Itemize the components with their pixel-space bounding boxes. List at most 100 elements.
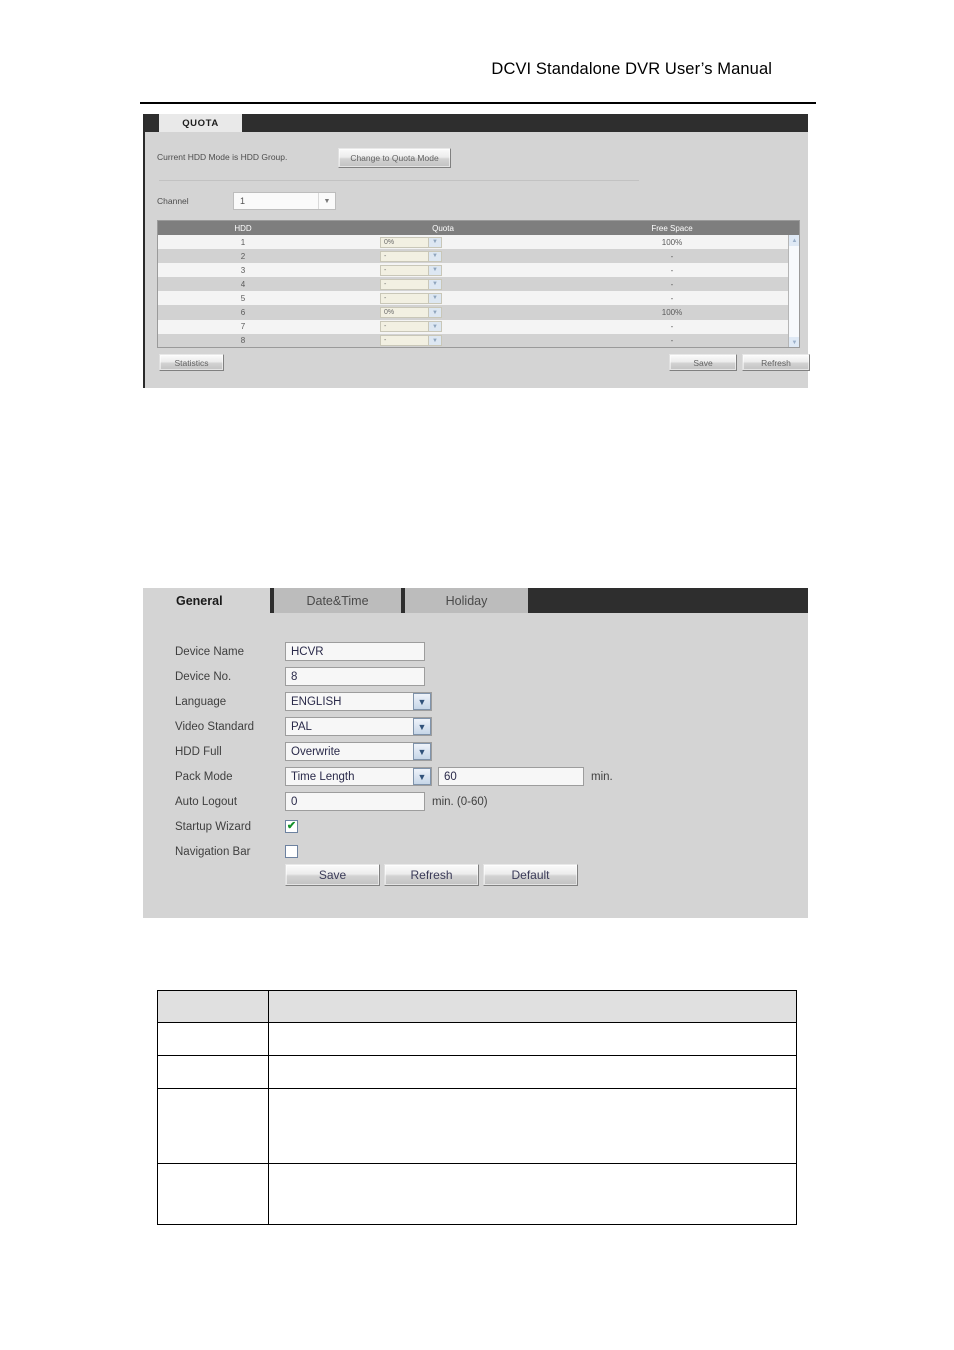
quota-select[interactable]: - ▼	[380, 278, 442, 290]
cell-hdd: 3	[240, 265, 246, 275]
cell-free-space: -	[670, 251, 674, 261]
chevron-down-icon[interactable]: ▼	[413, 693, 431, 710]
scroll-down-arrow-icon[interactable]: ▼	[789, 337, 799, 347]
cell-quota: - ▼	[328, 250, 558, 262]
save-button[interactable]: Save	[285, 864, 380, 886]
quota-select[interactable]: - ▼	[380, 292, 442, 304]
quota-select-value: -	[384, 266, 387, 274]
cell-free-space: 100%	[661, 308, 683, 318]
table-row[interactable]: 8 - ▼ -	[158, 333, 799, 347]
general-tabbar: General Date&Time Holiday	[143, 588, 808, 613]
cell-hdd: 4	[240, 279, 246, 289]
video-standard-select[interactable]: PAL ▼	[285, 717, 432, 736]
cell-hdd: 5	[240, 293, 246, 303]
chevron-down-icon[interactable]: ▼	[428, 336, 441, 346]
device-name-input[interactable]: HCVR	[285, 642, 425, 661]
navigation-bar-checkbox[interactable]	[285, 845, 298, 858]
pack-mode-select[interactable]: Time Length ▼	[285, 767, 432, 786]
chevron-down-icon[interactable]: ▼	[428, 293, 441, 303]
cell-hdd: 8	[240, 336, 246, 346]
tab-general[interactable]: General	[143, 588, 270, 613]
quota-select[interactable]: - ▼	[380, 264, 442, 276]
chevron-down-icon[interactable]: ▼	[428, 265, 441, 275]
channel-row: Channel 1 ▼	[145, 192, 808, 214]
general-settings-panel: General Date&Time Holiday Device Name HC…	[143, 588, 808, 918]
column-header-function	[268, 990, 797, 1023]
cell-function	[268, 1022, 797, 1056]
chevron-down-icon[interactable]: ▼	[428, 322, 441, 332]
table-row	[157, 1163, 797, 1225]
hdd-full-select-value: Overwrite	[291, 745, 341, 758]
table-vertical-scrollbar[interactable]: ▲ ▼	[788, 235, 799, 347]
quota-select-value: 0%	[384, 309, 395, 317]
page-title: DCVI Standalone DVR User’s Manual	[491, 60, 772, 78]
change-to-quota-mode-button[interactable]: Change to Quota Mode	[338, 148, 451, 168]
column-header-free-space: Free Space	[651, 223, 693, 233]
table-row[interactable]: 5 - ▼ -	[158, 291, 799, 306]
chevron-down-icon[interactable]: ▼	[428, 237, 441, 247]
chevron-down-icon[interactable]: ▼	[428, 251, 441, 261]
table-row	[157, 1088, 797, 1164]
cell-quota: - ▼	[328, 292, 558, 304]
hdd-quota-table: HDD Quota Free Space 1 0% ▼ 100% 2 - ▼ -…	[157, 220, 800, 348]
tab-quota[interactable]: QUOTA	[159, 114, 242, 132]
table-row[interactable]: 7 - ▼ -	[158, 319, 799, 334]
table-row[interactable]: 3 - ▼ -	[158, 263, 799, 278]
cell-quota: - ▼	[328, 335, 558, 347]
pack-mode-unit-label: min.	[591, 770, 613, 783]
table-row[interactable]: 4 - ▼ -	[158, 277, 799, 292]
quota-select[interactable]: - ▼	[380, 335, 442, 347]
table-row[interactable]: 2 - ▼ -	[158, 249, 799, 264]
chevron-down-icon[interactable]: ▼	[413, 768, 431, 785]
language-select[interactable]: ENGLISH ▼	[285, 692, 432, 711]
cell-hdd: 6	[240, 308, 246, 318]
device-no-input[interactable]: 8	[285, 667, 425, 686]
form-row-auto-logout: Auto Logout 0 min. (0-60)	[143, 789, 808, 814]
chevron-down-icon[interactable]: ▼	[413, 718, 431, 735]
auto-logout-unit-label: min. (0-60)	[432, 795, 488, 808]
table-row[interactable]: 1 0% ▼ 100%	[158, 235, 799, 250]
scroll-up-arrow-icon[interactable]: ▲	[789, 235, 799, 246]
refresh-button[interactable]: Refresh	[384, 864, 479, 886]
save-button[interactable]: Save	[669, 354, 737, 371]
quota-select-value: -	[384, 294, 387, 302]
channel-select[interactable]: 1 ▼	[233, 192, 336, 210]
cell-quota: - ▼	[328, 278, 558, 290]
language-label: Language	[175, 695, 227, 708]
cell-quota: 0% ▼	[328, 307, 558, 319]
quota-select[interactable]: - ▼	[380, 250, 442, 262]
chevron-down-icon[interactable]: ▼	[318, 193, 335, 209]
cell-function	[268, 1055, 797, 1089]
hdd-table-body: 1 0% ▼ 100% 2 - ▼ - 3 - ▼ - 4 - ▼ - 5 - …	[158, 235, 799, 347]
statistics-button[interactable]: Statistics	[159, 354, 224, 371]
navigation-bar-label: Navigation Bar	[175, 845, 251, 858]
quota-select[interactable]: 0% ▼	[380, 236, 442, 248]
startup-wizard-label: Startup Wizard	[175, 820, 252, 833]
chevron-down-icon[interactable]: ▼	[428, 279, 441, 289]
cell-quota: - ▼	[328, 264, 558, 276]
quota-section-divider	[159, 180, 639, 181]
tab-date-time[interactable]: Date&Time	[274, 588, 401, 613]
column-header-parameter	[157, 990, 269, 1023]
chevron-down-icon[interactable]: ▼	[413, 743, 431, 760]
pack-mode-select-value: Time Length	[291, 770, 355, 783]
quota-select[interactable]: 0% ▼	[380, 307, 442, 319]
table-row[interactable]: 6 0% ▼ 100%	[158, 305, 799, 320]
tab-holiday[interactable]: Holiday	[405, 588, 528, 613]
parameter-description-table	[157, 990, 797, 1225]
hdd-mode-status-text: Current HDD Mode is HDD Group.	[157, 152, 288, 162]
default-button[interactable]: Default	[483, 864, 578, 886]
cell-parameter	[157, 1055, 269, 1089]
chevron-down-icon[interactable]: ▼	[428, 308, 441, 318]
auto-logout-input[interactable]: 0	[285, 792, 425, 811]
general-form-buttons: Save Refresh Default	[143, 864, 808, 886]
cell-free-space: -	[670, 265, 674, 275]
refresh-button[interactable]: Refresh	[742, 354, 810, 371]
hdd-full-select[interactable]: Overwrite ▼	[285, 742, 432, 761]
startup-wizard-checkbox[interactable]: ✔	[285, 820, 298, 833]
quota-body: Current HDD Mode is HDD Group. Change to…	[145, 132, 810, 388]
quota-select[interactable]: - ▼	[380, 321, 442, 333]
hdd-mode-row: Current HDD Mode is HDD Group. Change to…	[145, 148, 808, 172]
pack-mode-length-input[interactable]: 60	[438, 767, 584, 786]
table-row	[157, 1022, 797, 1056]
